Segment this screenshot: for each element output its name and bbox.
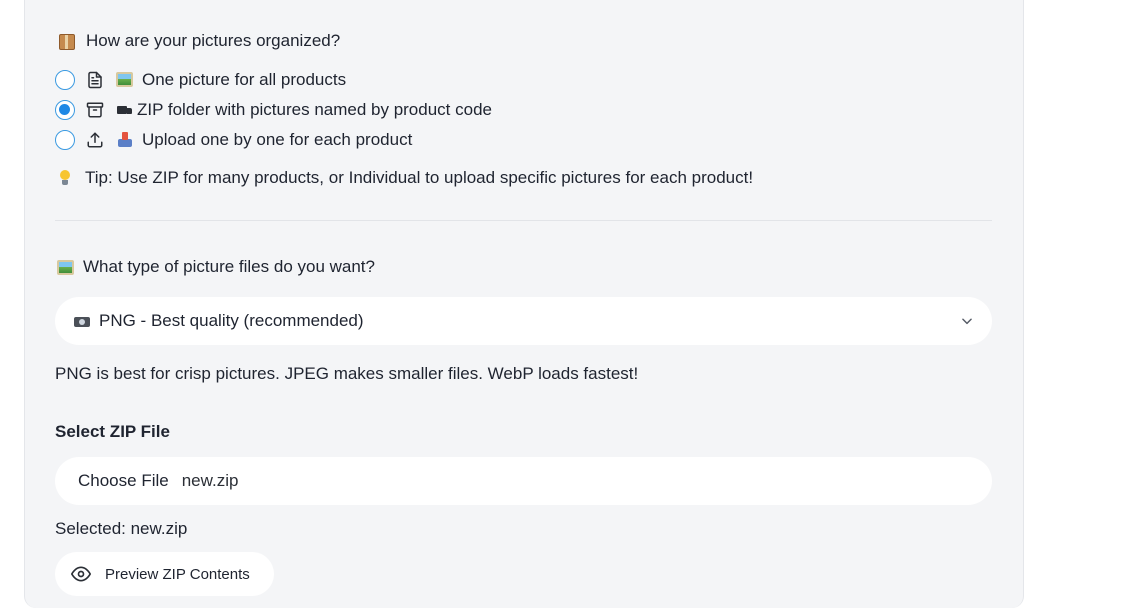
camera-emoji-icon: [73, 313, 91, 329]
tip-text: Tip: Use ZIP for many products, or Indiv…: [59, 168, 753, 188]
radio-label-individual: Upload one by one for each product: [142, 130, 413, 149]
light-bulb-emoji-icon: [59, 170, 71, 186]
zip-file-label: Select ZIP File: [55, 422, 170, 441]
file-type-help: PNG is best for crisp pictures. JPEG mak…: [55, 364, 639, 383]
radio-button-individual[interactable]: [55, 130, 75, 150]
eye-icon: [71, 564, 91, 584]
preview-zip-label: Preview ZIP Contents: [105, 565, 250, 583]
file-type-selected-value: PNG - Best quality (recommended): [99, 311, 364, 330]
tip-text-content: Tip: Use ZIP for many products, or Indiv…: [85, 168, 754, 187]
file-type-heading-text: What type of picture files do you want?: [83, 257, 375, 276]
file-text-icon: [86, 71, 104, 89]
file-type-heading: What type of picture files do you want?: [57, 257, 375, 277]
radio-button-single-picture[interactable]: [55, 70, 75, 90]
preview-zip-button[interactable]: Preview ZIP Contents: [55, 552, 274, 596]
selected-file-text: Selected: new.zip: [55, 519, 188, 538]
radio-button-zip-folder[interactable]: [55, 100, 75, 120]
organization-heading: How are your pictures organized?: [57, 31, 340, 51]
choose-file-button[interactable]: Choose File: [78, 471, 169, 491]
truck-emoji-icon: [116, 102, 133, 118]
chevron-down-icon: [960, 314, 974, 328]
file-type-select[interactable]: PNG - Best quality (recommended): [55, 297, 992, 345]
section-divider: [55, 220, 992, 221]
radio-label-single-picture: One picture for all products: [142, 70, 347, 89]
archive-icon: [86, 101, 104, 119]
radio-label-zip-folder: ZIP folder with pictures named by produc…: [137, 100, 492, 119]
framed-picture-emoji-icon: [116, 72, 134, 88]
upload-icon: [86, 131, 104, 149]
framed-picture-emoji-icon: [57, 259, 74, 275]
radio-option-zip-folder[interactable]: ZIP folder with pictures named by produc…: [55, 100, 492, 120]
chosen-file-name: new.zip: [181, 471, 239, 490]
package-emoji-icon: [59, 33, 75, 50]
organization-heading-text: How are your pictures organized?: [86, 31, 341, 50]
outbox-tray-emoji-icon: [116, 132, 134, 148]
radio-option-single-picture[interactable]: One picture for all products: [55, 70, 346, 90]
radio-option-individual[interactable]: Upload one by one for each product: [55, 130, 412, 150]
zip-file-input[interactable]: Choose File new.zip: [55, 457, 992, 505]
